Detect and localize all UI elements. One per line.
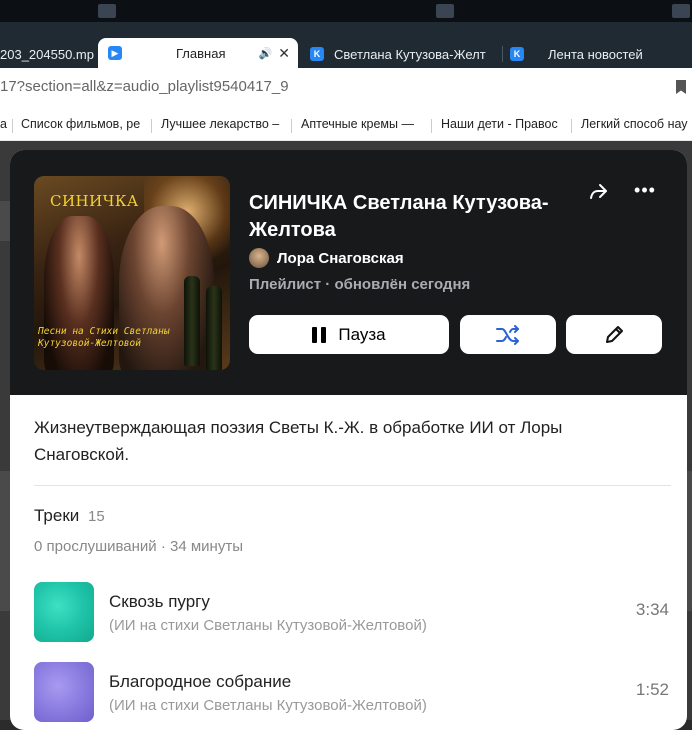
avatar (249, 248, 269, 268)
bookmark-divider (12, 119, 13, 133)
address-bar[interactable]: 17?section=all&z=audio_playlist9540417_9 (0, 68, 692, 109)
bookmark-divider (151, 119, 152, 133)
tab-label: Светлана Кутузова-Желт (334, 46, 486, 62)
tab-divider (502, 46, 503, 62)
bookmark-item[interactable]: Аптечные кремы — (301, 117, 427, 131)
shuffle-button[interactable] (460, 315, 556, 354)
bookmark-item[interactable]: Легкий способ нау (581, 117, 692, 131)
tab-vk-feed[interactable]: K Лента новостей (510, 40, 690, 68)
cover-title: СИНИЧКА (50, 192, 139, 210)
author-name: Лора Снаговская (277, 249, 404, 267)
background-fragment (0, 201, 10, 241)
pause-label: Пауза (338, 324, 386, 344)
close-icon[interactable]: ✕ (278, 45, 290, 62)
cover-subtitle: Песни на Стихи Светланы Кутузовой-Желтов… (38, 326, 170, 349)
play-icon: ▶ (108, 46, 122, 60)
track-subtitle: (ИИ на стихи Светланы Кутузовой-Желтовой… (109, 617, 427, 634)
playlist-title: СИНИЧКА Светлана Кутузова-Желтова (249, 192, 549, 241)
playlist-description: Жизнеутверждающая поэзия Светы К.-Ж. в о… (34, 418, 563, 464)
tab-label: Главная (176, 45, 226, 61)
bookmark-item[interactable]: Список фильмов, ре (21, 117, 147, 131)
bookmark-item[interactable]: Лучшее лекарство – (161, 117, 287, 131)
track-subtitle: (ИИ на стихи Светланы Кутузовой-Желтовой… (109, 697, 427, 714)
tab-main[interactable]: ▶ Главная 🔊 ✕ (98, 38, 298, 68)
cover-bottle (184, 276, 200, 366)
bookmark-divider (291, 119, 292, 133)
background-fragment (0, 471, 10, 611)
bookmark-divider (571, 119, 572, 133)
vk-icon: K (510, 47, 524, 61)
edit-button[interactable] (566, 315, 662, 354)
track-thumbnail (34, 662, 94, 722)
playlist-header: СИНИЧКА Песни на Стихи Светланы Кутузово… (10, 150, 687, 395)
tab-label: Лента новостей (548, 46, 643, 62)
tab-vk-profile[interactable]: K Светлана Кутузова-Желт (310, 40, 500, 68)
tab-file[interactable]: 203_204550.mp (0, 40, 96, 68)
pause-button[interactable]: Пауза (249, 315, 449, 354)
strip-thumb (98, 4, 116, 18)
track-thumbnail (34, 582, 94, 642)
track-duration: 3:34 (635, 600, 669, 619)
playlist-meta: Плейлист · обновлён сегодня (249, 276, 471, 293)
playlist-stats: 0 прослушиваний · 34 минуты (34, 538, 243, 555)
tab-bar: 203_204550.mp ▶ Главная 🔊 ✕ K Светлана К… (0, 22, 692, 68)
more-options-icon[interactable]: ••• (632, 180, 658, 204)
shuffle-icon (496, 324, 519, 345)
tracks-count: 15 (88, 508, 105, 525)
bookmarks-bar: a Список фильмов, ре Лучшее лекарство – … (0, 108, 692, 141)
vk-icon: K (310, 47, 324, 61)
tab-label: 203_204550.mp (0, 46, 94, 62)
share-icon[interactable] (586, 180, 612, 204)
divider (34, 485, 671, 486)
tracks-heading-label: Треки (34, 506, 80, 525)
pencil-icon (606, 325, 623, 343)
playlist-modal: СИНИЧКА Песни на Стихи Светланы Кутузово… (10, 150, 687, 730)
track-title: Благородное собрание (109, 672, 292, 691)
track-duration: 1:52 (635, 680, 669, 699)
playlist-cover: СИНИЧКА Песни на Стихи Светланы Кутузово… (34, 176, 230, 370)
url-text[interactable]: 17?section=all&z=audio_playlist9540417_9 (0, 78, 289, 95)
speaker-icon[interactable]: 🔊 (259, 47, 273, 60)
desktop-top-strip (0, 0, 692, 22)
bookmark-item[interactable]: a (0, 117, 10, 131)
bookmark-item[interactable]: Наши дети - Правос (441, 117, 567, 131)
pause-icon (312, 326, 327, 343)
strip-thumb (672, 4, 690, 18)
bookmark-divider (431, 119, 432, 133)
strip-thumb (436, 4, 454, 18)
bookmark-icon[interactable] (676, 80, 686, 94)
playlist-author[interactable]: Лора Снаговская (249, 248, 404, 268)
tracks-heading: Треки 15 (34, 506, 105, 526)
track-title: Сквозь пургу (109, 592, 210, 611)
track-row[interactable]: Сквозь пургу (ИИ на стихи Светланы Кутуз… (34, 582, 671, 644)
track-row[interactable]: Благородное собрание (ИИ на стихи Светла… (34, 662, 671, 724)
